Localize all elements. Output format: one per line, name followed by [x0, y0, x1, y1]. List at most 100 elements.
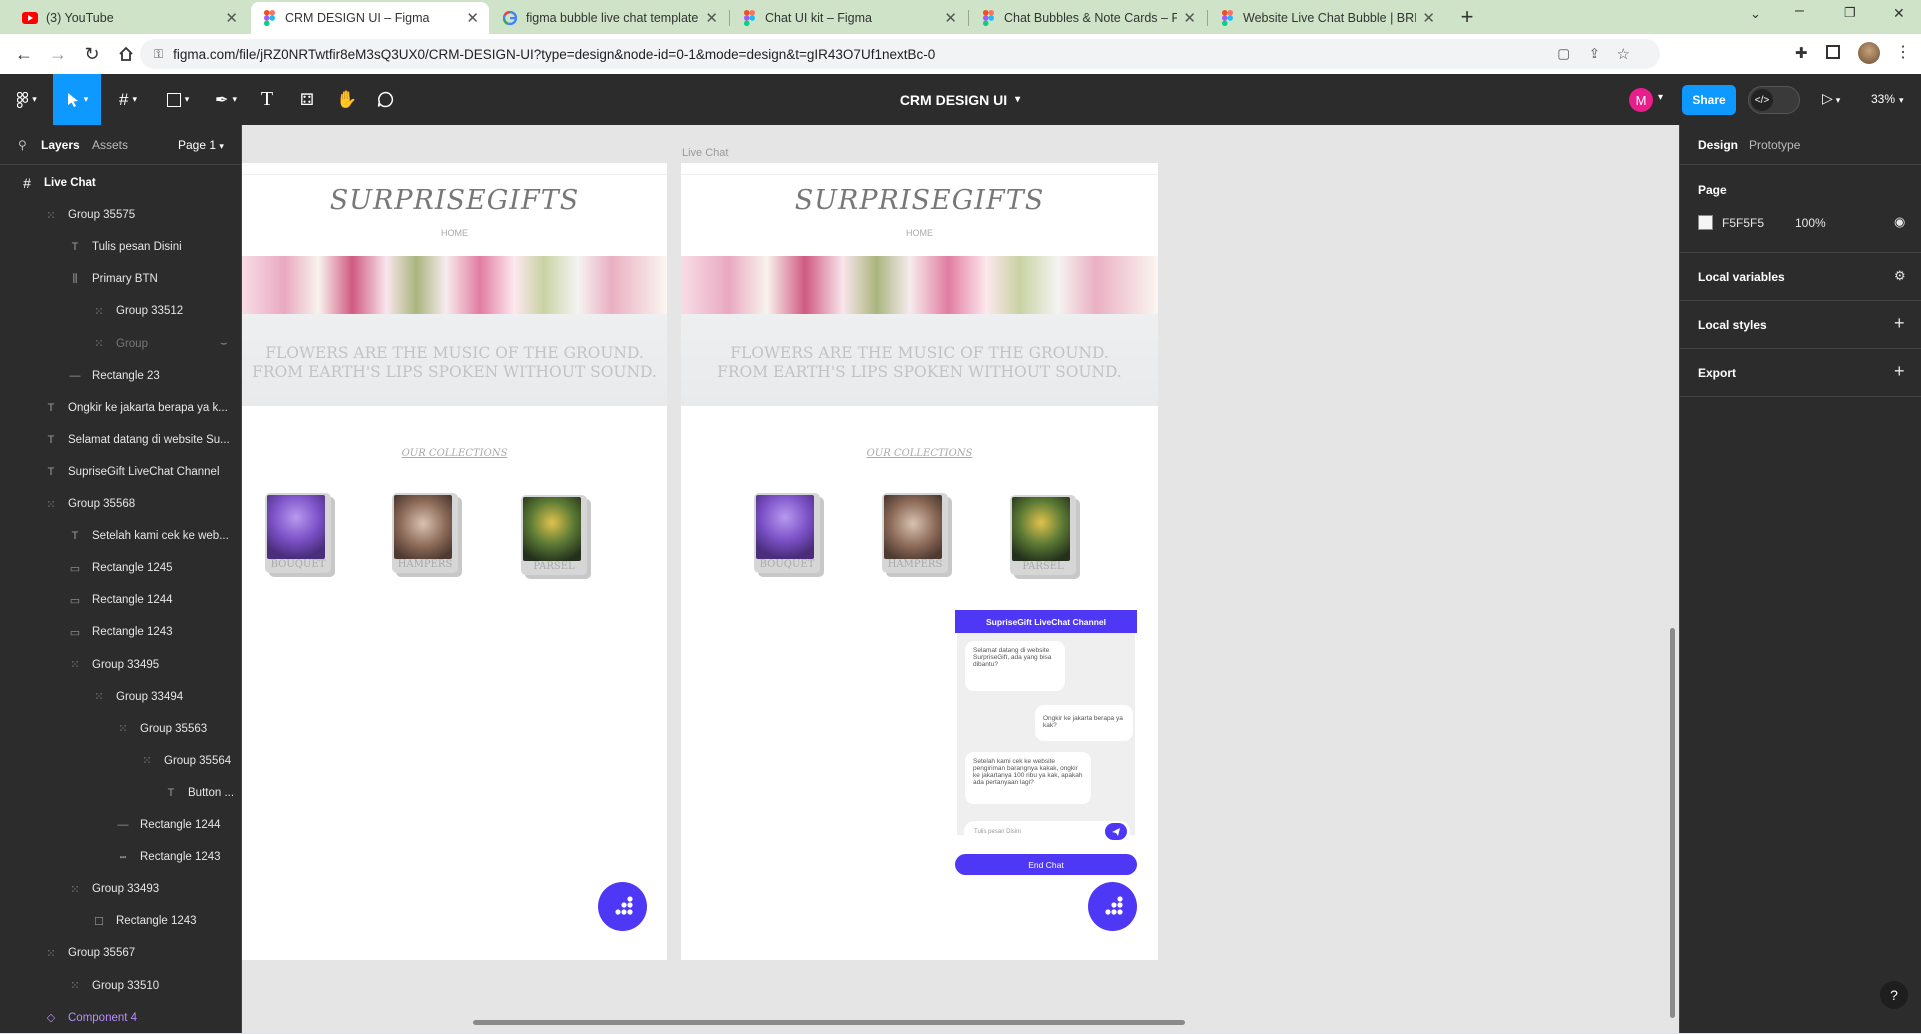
local-styles-section[interactable]: Local styles + [1680, 301, 1921, 349]
layer-row[interactable]: ⁙ Group 35568 [44, 488, 135, 520]
browser-tab-active[interactable]: CRM DESIGN UI – Figma ✕ [251, 2, 489, 34]
zoom-dropdown[interactable]: 33% ▾ [1871, 92, 1904, 106]
browser-tab[interactable]: Chat UI kit – Figma ✕ [731, 2, 967, 34]
close-icon[interactable]: ✕ [705, 9, 718, 27]
layer-row[interactable]: ⁙ Group 33495 [68, 649, 159, 681]
chat-message-input[interactable]: Tulis pesan Disini [964, 821, 1130, 842]
page-color-swatch[interactable] [1698, 215, 1713, 230]
browser-tab[interactable]: figma bubble live chat template ✕ [492, 2, 728, 34]
export-section[interactable]: Export + [1680, 349, 1921, 397]
close-icon[interactable]: ✕ [944, 9, 957, 27]
help-button[interactable]: ? [1880, 981, 1908, 1009]
bookmark-star-icon[interactable]: ☆ [1617, 45, 1630, 63]
vertical-scrollbar[interactable] [1670, 628, 1675, 1018]
close-icon[interactable]: ✕ [1183, 9, 1196, 27]
layer-row[interactable]: ◇ Component 4 [44, 1002, 137, 1034]
layer-row[interactable]: ☐ Rectangle 1243 [92, 905, 197, 937]
layer-row[interactable]: ⁙ Group 35564 [140, 745, 231, 777]
pen-tool-icon[interactable]: ✒ ▾ [206, 74, 246, 125]
add-style-icon[interactable]: + [1894, 313, 1905, 334]
frame-tool-icon[interactable]: # ▾ [108, 74, 148, 125]
end-chat-button[interactable]: End Chat [955, 854, 1137, 875]
layer-row[interactable]: ⁙ Group 33510 [68, 970, 159, 1002]
new-tab-button[interactable]: + [1454, 4, 1480, 30]
layer-row[interactable]: T Tulis pesan Disini [68, 231, 182, 263]
user-avatar[interactable]: M [1629, 88, 1653, 112]
variables-settings-icon[interactable]: ⚙ [1894, 268, 1906, 284]
layer-row[interactable]: ▭ Rectangle 1245 [68, 552, 173, 584]
more-menu-icon[interactable]: ⋮ [1895, 42, 1911, 62]
close-icon[interactable]: ✕ [1422, 9, 1435, 27]
window-close-icon[interactable]: ✕ [1893, 5, 1905, 22]
eye-icon[interactable]: ◉ [1894, 214, 1905, 230]
browser-tab[interactable]: Website Live Chat Bubble | BRIX ✕ [1209, 2, 1445, 34]
side-panel-icon[interactable] [1826, 45, 1840, 59]
url-input[interactable]: ⚿ figma.com/file/jRZ0NRTwtfir8eM3sQ3UX0/… [140, 39, 1660, 69]
site-info-icon[interactable]: ⚿ [154, 47, 163, 62]
tab-layers[interactable]: Layers [41, 138, 80, 152]
screenshot-icon[interactable]: ▢ [1557, 46, 1570, 62]
layer-row[interactable]: ▭ Rectangle 1244 [68, 584, 173, 616]
page-selector[interactable]: Page 1 ▾ [178, 138, 224, 152]
layer-row[interactable]: ⁙ Group 35567 [44, 937, 135, 969]
layer-row[interactable]: ▭ Rectangle 1243 [68, 616, 173, 648]
profile-avatar[interactable] [1858, 42, 1880, 64]
page-color-hex[interactable]: F5F5F5 [1722, 216, 1764, 230]
minimize-icon[interactable]: – [1795, 2, 1804, 20]
browser-tab[interactable]: (3) YouTube ✕ [12, 2, 248, 34]
layer-row[interactable]: ⁙ Group 33494 [92, 681, 183, 713]
browser-tab[interactable]: Chat Bubbles & Note Cards – Fig ✕ [970, 2, 1206, 34]
close-icon[interactable]: ✕ [225, 9, 238, 27]
present-play-icon[interactable]: ▷ ▾ [1822, 90, 1840, 107]
layer-row[interactable]: T Setelah kami cek ke web... [68, 520, 229, 552]
figma-main-menu-icon[interactable]: ▾ [8, 74, 46, 125]
resources-tool-icon[interactable]: ⚃ [292, 74, 322, 125]
layer-row[interactable]: ⁙ Group 33512 [92, 295, 183, 327]
layer-row[interactable]: T Ongkir ke jakarta berapa ya k... [44, 392, 228, 424]
send-button[interactable] [1105, 823, 1127, 840]
hidden-eye-icon[interactable]: ⌣ [220, 337, 228, 350]
layer-row[interactable]: T Selamat datang di website Su... [44, 424, 230, 456]
tab-prototype[interactable]: Prototype [1749, 138, 1800, 152]
design-canvas[interactable]: SURPRISEGIFTS HOME FLOWERS ARE THE MUSIC… [242, 125, 1679, 1033]
hand-tool-icon[interactable]: ✋ [332, 74, 362, 125]
tab-design[interactable]: Design [1698, 138, 1738, 152]
layer-row[interactable]: ⫼ Primary BTN [68, 263, 157, 295]
layer-row[interactable]: T Button ... [164, 777, 234, 809]
chevron-down-icon[interactable]: ▾ [1658, 92, 1663, 103]
layer-row[interactable]: — Rectangle 23 [68, 360, 160, 392]
dev-mode-toggle[interactable]: </> [1748, 86, 1800, 114]
shape-tool-icon[interactable]: ▾ [158, 74, 198, 125]
home-icon[interactable] [110, 38, 142, 70]
add-export-icon[interactable]: + [1894, 361, 1905, 382]
back-icon[interactable]: ← [8, 38, 40, 70]
page-opacity[interactable]: 100% [1795, 216, 1826, 230]
layer-row[interactable]: ┅ Rectangle 1243 [116, 841, 221, 873]
layer-row[interactable]: # Live Chat [20, 167, 96, 199]
tab-search-icon[interactable]: ⌄ [1750, 6, 1761, 22]
close-icon[interactable]: ✕ [466, 9, 479, 27]
forward-icon[interactable]: → [42, 38, 74, 70]
layer-row[interactable]: — Rectangle 1244 [116, 809, 221, 841]
move-tool-icon[interactable]: ▾ [53, 74, 101, 125]
share-button[interactable]: Share [1682, 85, 1736, 115]
comment-tool-icon[interactable] [370, 74, 400, 125]
layer-row[interactable]: ⁙ Group 35575 [44, 199, 135, 231]
text-tool-icon[interactable]: T [252, 74, 282, 125]
chat-launcher-button[interactable] [598, 882, 647, 931]
search-icon[interactable]: ⚲ [18, 138, 27, 152]
tab-assets[interactable]: Assets [92, 138, 128, 152]
frame-label[interactable]: Live Chat [682, 147, 728, 159]
layer-row[interactable]: ⁙ Group ⌣ [92, 328, 227, 360]
layer-row[interactable]: ⁙ Group 35563 [116, 713, 207, 745]
frame-live-chat-copy[interactable]: SURPRISEGIFTS HOME FLOWERS ARE THE MUSIC… [242, 163, 667, 960]
file-title-button[interactable]: CRM DESIGN UI ▾ [840, 74, 1080, 125]
layer-row[interactable]: ⁙ Group 33493 [68, 873, 159, 905]
reload-icon[interactable]: ↻ [76, 38, 108, 70]
extensions-icon[interactable]: ✚ [1795, 44, 1808, 62]
restore-icon[interactable]: ❐ [1844, 5, 1856, 21]
local-variables-section[interactable]: Local variables ⚙ [1680, 253, 1921, 301]
share-page-icon[interactable]: ⇪ [1589, 46, 1600, 62]
horizontal-scrollbar[interactable] [473, 1020, 1185, 1025]
chat-launcher-button[interactable] [1088, 882, 1137, 931]
